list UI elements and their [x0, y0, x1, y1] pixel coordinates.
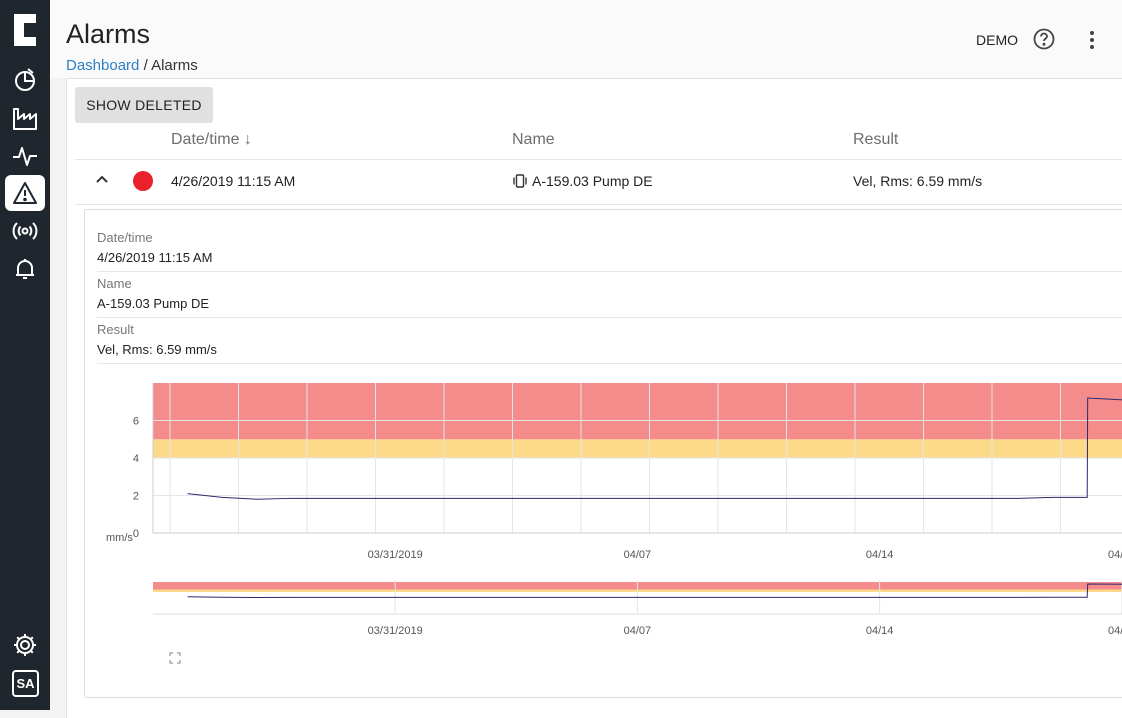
navigator-x-tick-label: 04/07	[624, 625, 652, 637]
row-result: Vel, Rms: 6.59 mm/s	[853, 173, 983, 189]
sidebar-item-alarms[interactable]	[5, 175, 45, 211]
factory-icon	[13, 108, 37, 130]
sidebar-item-sensors[interactable]	[5, 213, 45, 249]
bell-icon	[16, 259, 34, 279]
x-tick-label: 04/07	[624, 549, 652, 561]
row-datetime: 4/26/2019 11:15 AM	[171, 173, 296, 189]
pulse-icon	[13, 147, 37, 166]
y-axis-label: mm/s	[106, 532, 133, 544]
row-name: A-159.03 Pump DE	[532, 173, 653, 189]
x-tick-label: 04/14	[866, 549, 894, 561]
header-divider	[75, 159, 1122, 160]
more-vert-icon[interactable]	[1088, 30, 1096, 50]
threshold-band	[153, 383, 1122, 440]
column-header-result[interactable]: Result	[853, 131, 898, 149]
gear-icon	[14, 634, 36, 656]
broadcast-icon	[12, 222, 38, 240]
warning-icon	[13, 182, 37, 204]
vibration-icon	[513, 174, 527, 188]
chevron-up-icon[interactable]	[95, 174, 109, 184]
main-area: Alarms Dashboard / Alarms DEMO SHOW DELE…	[50, 0, 1122, 718]
column-header-name[interactable]: Name	[512, 131, 555, 149]
user-avatar[interactable]: SA	[12, 670, 39, 697]
breadcrumb-current: Alarms	[151, 57, 198, 74]
user-name[interactable]: DEMO	[976, 32, 1018, 48]
y-tick-label: 4	[133, 453, 139, 465]
breadcrumb: Dashboard / Alarms	[66, 57, 198, 74]
x-tick-label: 03/31/2019	[368, 549, 423, 561]
y-tick-label: 2	[133, 491, 139, 503]
breadcrumb-separator: /	[143, 57, 148, 74]
sidebar: SA	[0, 0, 50, 710]
navigator-x-tick-label: 04/21	[1108, 625, 1122, 637]
alarm-detail-panel: Date/time 4/26/2019 11:15 AM Name A-159.…	[84, 209, 1122, 698]
threshold-band	[153, 439, 1122, 458]
x-tick-label: 04/21	[1108, 549, 1122, 561]
row-divider	[75, 204, 1122, 205]
logo-icon[interactable]	[10, 12, 40, 48]
sidebar-item-notifications[interactable]	[5, 251, 45, 287]
y-tick-label: 0	[133, 528, 139, 540]
show-deleted-button[interactable]: SHOW DELETED	[75, 87, 213, 123]
pie-chart-icon	[15, 68, 35, 91]
fullscreen-icon[interactable]	[169, 652, 181, 664]
column-header-datetime[interactable]: Date/time ↓	[171, 131, 252, 149]
sidebar-item-settings[interactable]	[5, 627, 45, 663]
help-icon[interactable]	[1033, 28, 1055, 50]
sidebar-item-analytics[interactable]	[5, 62, 45, 98]
navigator-x-tick-label: 04/14	[866, 625, 894, 637]
sidebar-item-plants[interactable]	[5, 100, 45, 136]
alarms-card: SHOW DELETED Date/time ↓ Name Result 4/2…	[66, 78, 1122, 718]
page-header: Alarms Dashboard / Alarms DEMO	[50, 0, 1122, 78]
y-tick-label: 6	[133, 416, 139, 428]
page-title: Alarms	[66, 19, 151, 49]
navigator-x-tick-label: 03/31/2019	[368, 625, 423, 637]
measurement-chart[interactable]: 0 2 4 6 mm/s 03/31/2019 03/31/2019 04/07 04/07 04…	[85, 210, 1122, 699]
breadcrumb-dashboard-link[interactable]: Dashboard	[66, 57, 139, 74]
sidebar-item-measurements[interactable]	[5, 138, 45, 174]
status-indicator	[133, 171, 153, 191]
